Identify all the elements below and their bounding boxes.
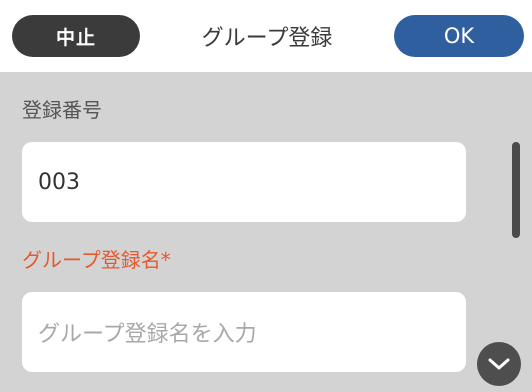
scrollbar[interactable]	[512, 142, 520, 238]
registration-number-field[interactable]: 003	[22, 142, 466, 222]
scroll-down-button[interactable]	[477, 342, 521, 386]
ok-button[interactable]: OK	[394, 15, 524, 57]
ok-button-label: OK	[443, 24, 475, 48]
page-title: グループ登録	[201, 26, 333, 51]
cancel-button[interactable]: 中止	[12, 15, 140, 57]
chevron-down-icon	[488, 358, 510, 370]
registration-number-label: 登録番号	[22, 98, 102, 122]
form-panel: 登録番号 003 グループ登録名* グループ登録名を入力	[0, 72, 532, 392]
group-name-input[interactable]: グループ登録名を入力	[22, 292, 466, 372]
header-bar: 中止 グループ登録 OK	[0, 0, 532, 72]
cancel-button-label: 中止	[55, 26, 96, 49]
group-name-label: グループ登録名*	[22, 248, 171, 272]
